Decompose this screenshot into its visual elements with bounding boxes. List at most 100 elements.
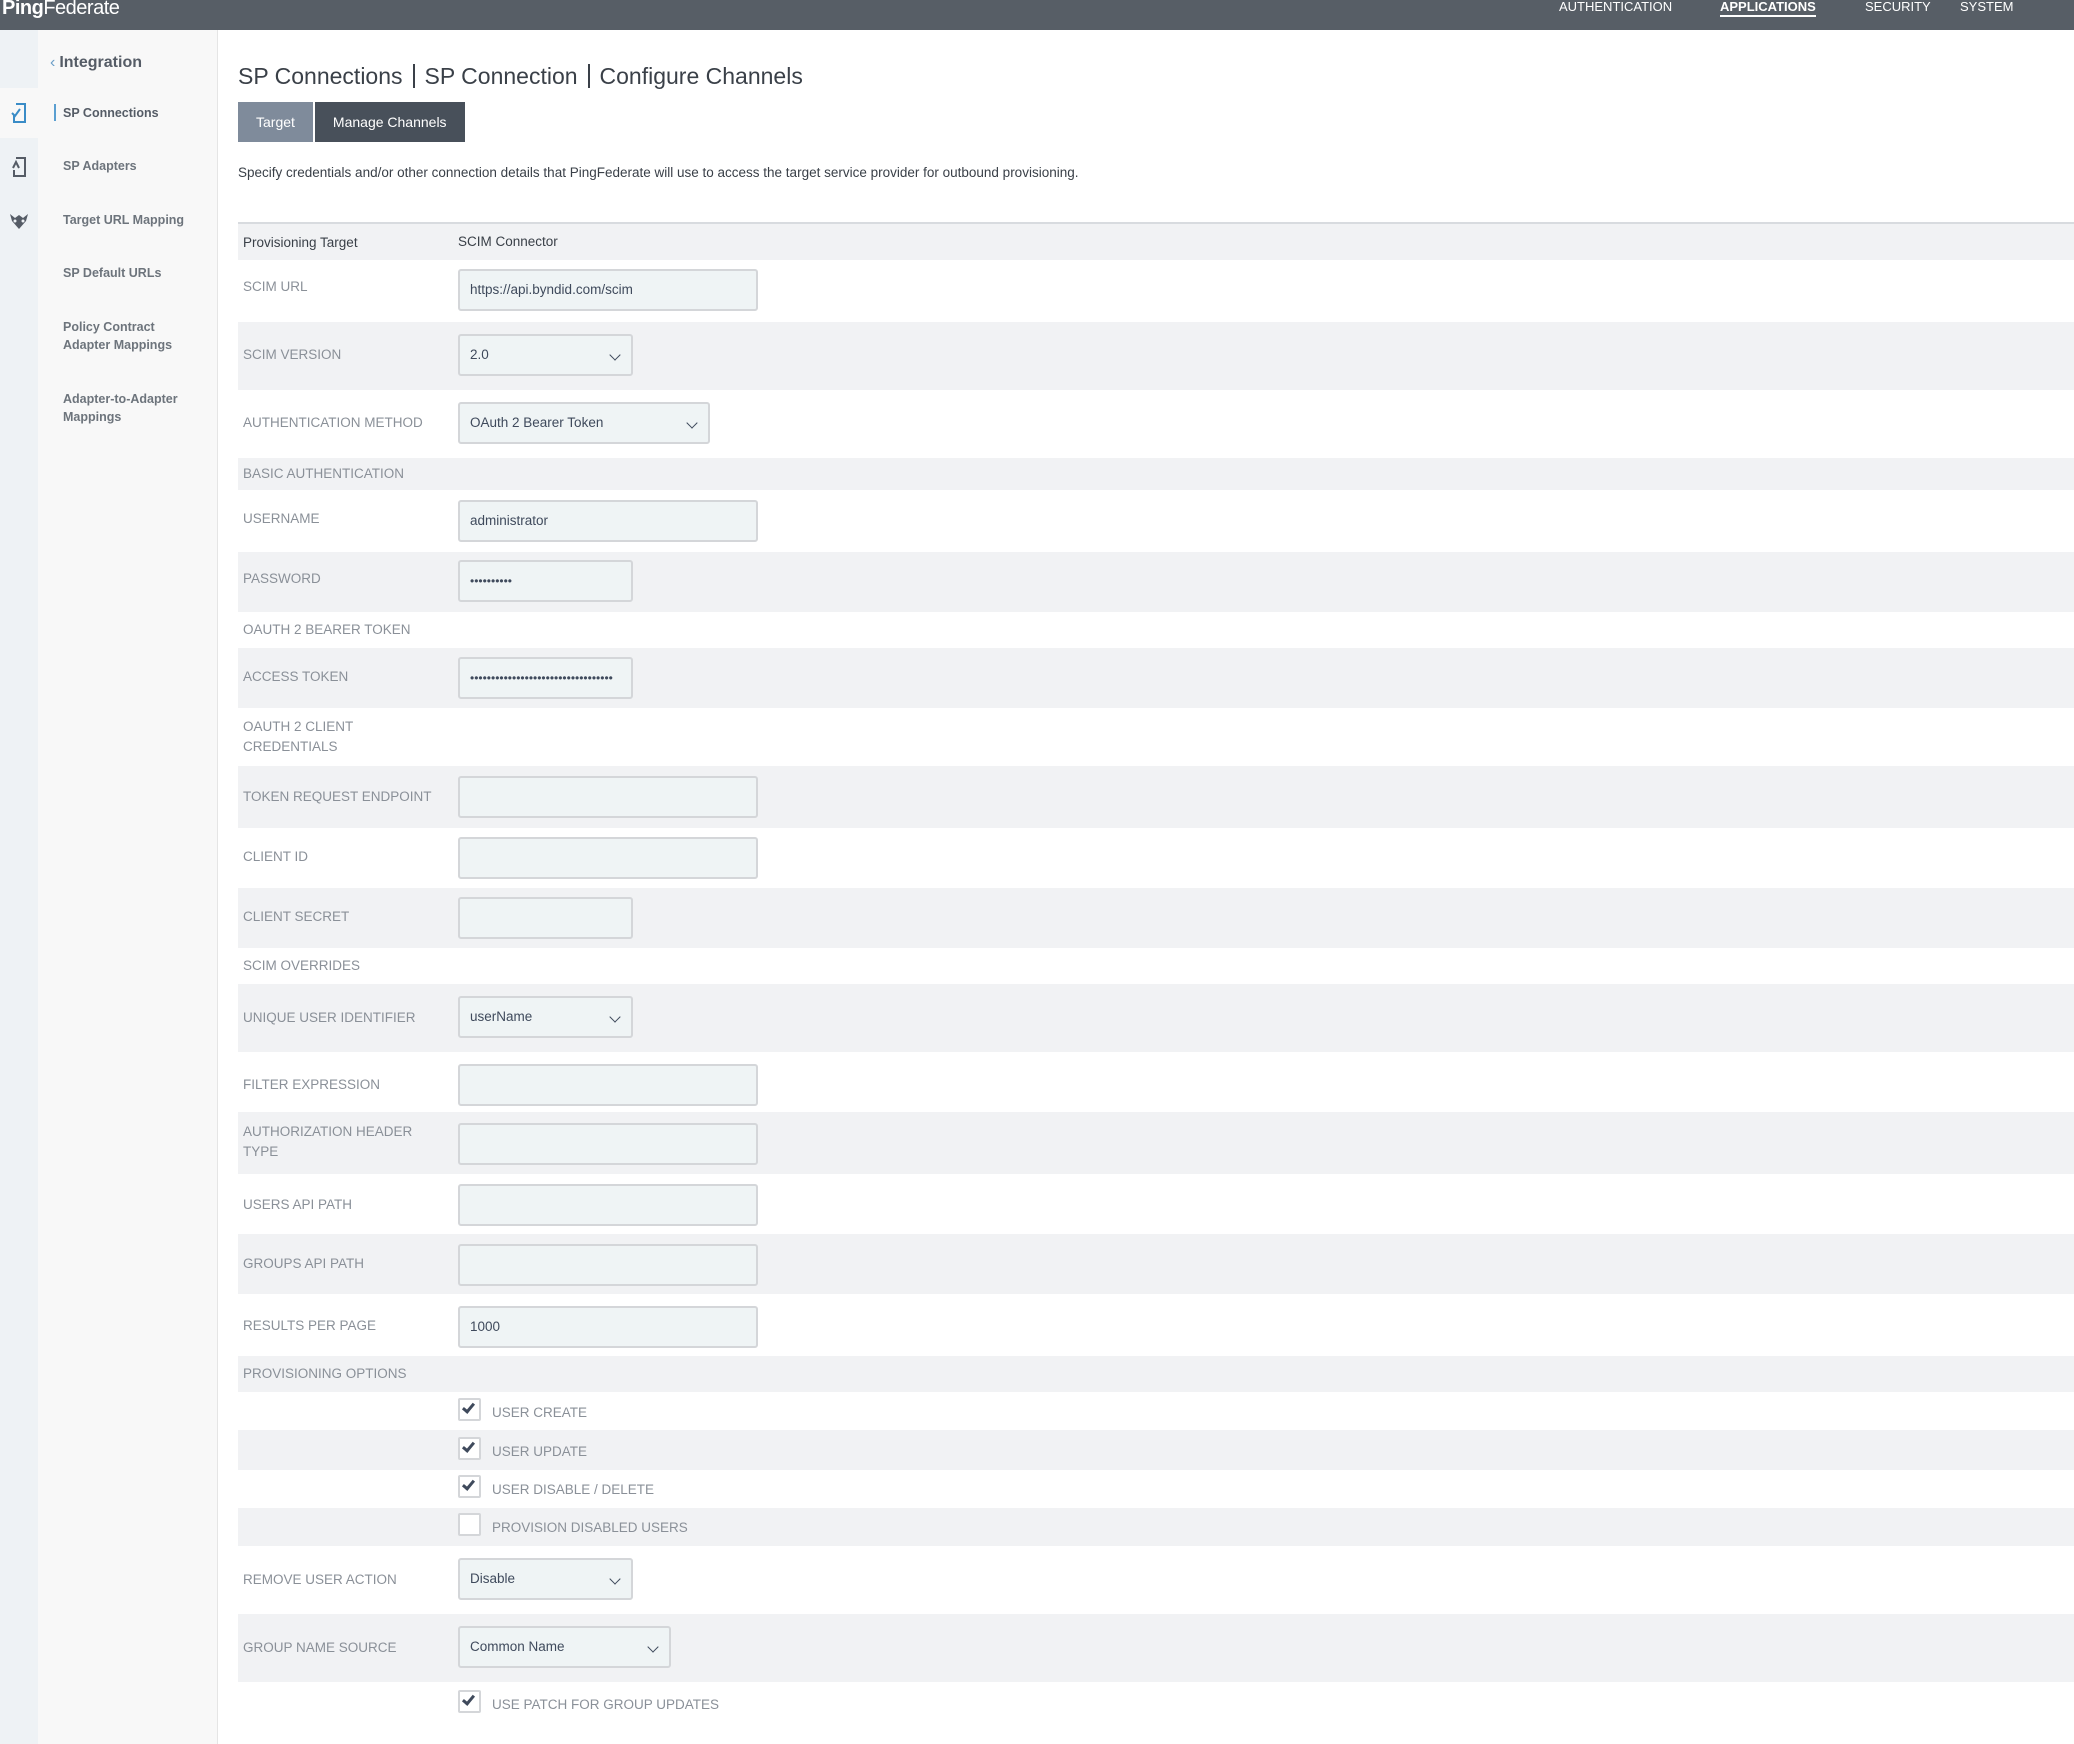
section-provisioning-options: PROVISIONING OPTIONS xyxy=(238,1356,2074,1392)
sidebar-item-policy-contract-adapter-mappings[interactable]: Policy Contract Adapter Mappings xyxy=(63,318,173,354)
oauth-client-heading: OAUTH 2 CLIENT CREDENTIALS xyxy=(243,719,354,754)
username-input[interactable]: administrator xyxy=(458,500,758,542)
chevron-down-icon xyxy=(686,417,698,429)
chevron-left-icon: ‹ xyxy=(50,54,56,71)
user-disable-delete-label[interactable]: USER DISABLE / DELETE xyxy=(492,1482,654,1497)
row-access-token: ACCESS TOKEN •••••••••••••••••••••••••••… xyxy=(238,648,2074,708)
provisioning-options-heading: PROVISIONING OPTIONS xyxy=(243,1366,407,1381)
row-option-user-disable-delete: USER DISABLE / DELETE xyxy=(238,1470,2074,1508)
remove-user-action-label: REMOVE USER ACTION xyxy=(243,1572,397,1587)
row-remove-user-action: REMOVE USER ACTION Disable xyxy=(238,1546,2074,1614)
group-name-source-select[interactable]: Common Name xyxy=(458,1626,671,1668)
row-scim-version: SCIM VERSION 2.0 xyxy=(238,322,2074,390)
section-oauth-bearer-token: OAUTH 2 BEARER TOKEN xyxy=(238,612,2074,648)
client-secret-input[interactable] xyxy=(458,897,633,939)
sidebar-item-adapter-to-adapter-mappings[interactable]: Adapter-to-Adapter Mappings xyxy=(63,390,193,426)
sidebar-item-sp-adapters[interactable]: SP Adapters xyxy=(63,157,213,175)
auth-header-type-input[interactable] xyxy=(458,1123,758,1165)
integration-label: Integration xyxy=(59,54,142,71)
row-username: USERNAME administrator xyxy=(238,490,2074,552)
row-scim-url: SCIM URL https://api.byndid.com/scim xyxy=(238,260,2074,322)
remove-user-action-select[interactable]: Disable xyxy=(458,1558,633,1600)
row-provisioning-target: Provisioning Target SCIM Connector xyxy=(238,224,2074,260)
tab-manage-channels[interactable]: Manage Channels xyxy=(314,102,465,142)
row-option-user-update: USER UPDATE xyxy=(238,1430,2074,1470)
page-title: SP Connections SP Connection Configure Cha… xyxy=(238,63,803,90)
breadcrumb-sp-connections[interactable]: SP Connections xyxy=(238,63,403,89)
oauth-bearer-heading: OAUTH 2 BEARER TOKEN xyxy=(243,622,411,637)
chevron-down-icon xyxy=(609,1011,621,1023)
row-option-user-create: USER CREATE xyxy=(238,1392,2074,1430)
logo-light: Federate xyxy=(43,0,120,19)
sidebar-item-sp-connections[interactable]: SP Connections xyxy=(54,104,213,122)
scim-url-input[interactable]: https://api.byndid.com/scim xyxy=(458,269,758,311)
logo-bold: Ping xyxy=(2,0,44,19)
use-patch-checkbox[interactable] xyxy=(458,1690,481,1713)
user-disable-delete-checkbox[interactable] xyxy=(458,1475,481,1498)
groups-api-path-input[interactable] xyxy=(458,1244,758,1286)
provision-disabled-users-checkbox[interactable] xyxy=(458,1513,481,1536)
auth-method-select[interactable]: OAuth 2 Bearer Token xyxy=(458,402,710,444)
sp-adapters-icon[interactable] xyxy=(0,142,38,192)
row-option-provision-disabled-users: PROVISION DISABLED USERS xyxy=(238,1508,2074,1546)
client-secret-label: CLIENT SECRET xyxy=(243,909,350,924)
check-icon xyxy=(461,1400,476,1414)
users-api-path-input[interactable] xyxy=(458,1184,758,1226)
user-update-label[interactable]: USER UPDATE xyxy=(492,1444,587,1459)
client-id-label: CLIENT ID xyxy=(243,849,309,864)
wizard-tabs: Target Manage Channels xyxy=(238,102,465,142)
sidebar-item-target-url-mapping[interactable]: Target URL Mapping xyxy=(63,211,213,229)
top-bar: PingFederate AUTHENTICATION APPLICATIONS… xyxy=(0,0,2074,30)
target-url-mapping-icon[interactable] xyxy=(0,196,38,246)
filter-expression-input[interactable] xyxy=(458,1064,758,1106)
tab-target[interactable]: Target xyxy=(238,102,313,142)
client-id-input[interactable] xyxy=(458,837,758,879)
user-create-label[interactable]: USER CREATE xyxy=(492,1405,587,1420)
row-results-per-page: RESULTS PER PAGE 1000 xyxy=(238,1294,2074,1356)
auth-method-label: AUTHENTICATION METHOD xyxy=(243,415,423,430)
group-name-source-label: GROUP NAME SOURCE xyxy=(243,1640,397,1655)
provision-disabled-users-label[interactable]: PROVISION DISABLED USERS xyxy=(492,1520,688,1535)
scim-version-select[interactable]: 2.0 xyxy=(458,334,633,376)
use-patch-label[interactable]: USE PATCH FOR GROUP UPDATES xyxy=(492,1697,719,1712)
filter-expression-label: FILTER EXPRESSION xyxy=(243,1077,381,1092)
results-per-page-label: RESULTS PER PAGE xyxy=(243,1318,377,1333)
access-token-input[interactable]: •••••••••••••••••••••••••••••••••• xyxy=(458,657,633,699)
topnav-authentication[interactable]: AUTHENTICATION xyxy=(1559,0,1672,14)
basic-auth-heading: BASIC AUTHENTICATION xyxy=(243,466,405,481)
username-label: USERNAME xyxy=(243,511,320,526)
results-per-page-input[interactable]: 1000 xyxy=(458,1306,758,1348)
check-icon xyxy=(461,1477,476,1491)
topnav-security[interactable]: SECURITY xyxy=(1865,0,1931,14)
chevron-down-icon xyxy=(609,349,621,361)
user-update-checkbox[interactable] xyxy=(458,1437,481,1460)
token-endpoint-input[interactable] xyxy=(458,776,758,818)
scim-overrides-heading: SCIM OVERRIDES xyxy=(243,958,361,973)
sp-connections-icon[interactable] xyxy=(0,88,38,138)
row-password: PASSWORD •••••••••• xyxy=(238,552,2074,612)
access-token-label: ACCESS TOKEN xyxy=(243,669,349,684)
breadcrumb-sp-connection[interactable]: SP Connection xyxy=(425,63,578,89)
check-icon xyxy=(461,1439,476,1453)
remove-user-action-value: Disable xyxy=(470,1571,516,1586)
scim-version-label: SCIM VERSION xyxy=(243,347,342,362)
users-api-path-label: USERS API PATH xyxy=(243,1197,353,1212)
topnav-applications[interactable]: APPLICATIONS xyxy=(1720,0,1816,17)
unique-user-identifier-select[interactable]: userName xyxy=(458,996,633,1038)
section-oauth-client-credentials: OAUTH 2 CLIENT CREDENTIALS xyxy=(238,708,2074,766)
chevron-down-icon xyxy=(647,1641,659,1653)
provisioning-target-value: SCIM Connector xyxy=(458,234,558,249)
check-icon xyxy=(461,1692,476,1706)
password-input[interactable]: •••••••••• xyxy=(458,560,633,602)
back-to-integration[interactable]: ‹ Integration xyxy=(50,54,142,72)
pingfederate-logo[interactable]: PingFederate xyxy=(2,0,120,20)
row-auth-header-type: AUTHORIZATION HEADER TYPE xyxy=(238,1112,2074,1174)
row-client-id: CLIENT ID xyxy=(238,828,2074,888)
unique-user-identifier-label: UNIQUE USER IDENTIFIER xyxy=(243,1010,416,1025)
row-client-secret: CLIENT SECRET xyxy=(238,888,2074,948)
user-create-checkbox[interactable] xyxy=(458,1398,481,1421)
sidebar-item-sp-default-urls[interactable]: SP Default URLs xyxy=(63,264,213,282)
row-unique-user-identifier: UNIQUE USER IDENTIFIER userName xyxy=(238,984,2074,1052)
section-basic-authentication: BASIC AUTHENTICATION xyxy=(238,458,2074,490)
topnav-system[interactable]: SYSTEM xyxy=(1960,0,2013,14)
